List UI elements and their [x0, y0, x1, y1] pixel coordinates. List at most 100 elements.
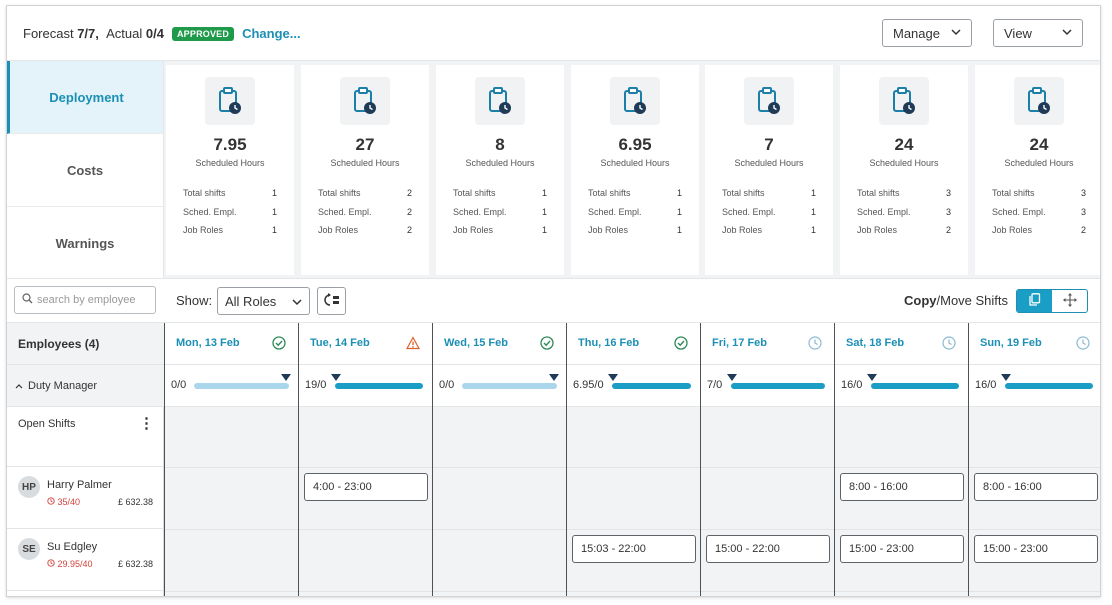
target-marker-icon: [331, 374, 341, 381]
daily-summary-cards: 7.95 Scheduled Hours Total shifts 1 Sched. E…: [164, 61, 1100, 278]
row-divider: [701, 529, 834, 530]
shift-block[interactable]: 8:00 - 16:00: [840, 473, 964, 501]
shift-block[interactable]: 8:00 - 16:00: [974, 473, 1098, 501]
job-roles-row: Job Roles 1: [588, 225, 682, 235]
schedule-clipboard-icon: [879, 77, 929, 125]
day-summary-card: 7.95 Scheduled Hours Total shifts 1 Sched. E…: [166, 65, 294, 275]
stat-label: Total shifts: [722, 188, 765, 198]
stat-value: 1: [810, 207, 816, 217]
copy-mode-button[interactable]: [1017, 290, 1052, 312]
total-shifts-row: Total shifts 1: [183, 188, 277, 198]
stat-value: 1: [676, 225, 682, 235]
manage-label: Manage: [893, 25, 940, 41]
scheduled-hours-label: Scheduled Hours: [465, 158, 535, 168]
coverage-bar: [462, 383, 557, 389]
day-label: Wed, 15 Feb: [444, 337, 508, 349]
row-divider: [567, 467, 700, 468]
day-header[interactable]: Wed, 15 Feb: [433, 323, 566, 365]
day-header[interactable]: Mon, 13 Feb: [165, 323, 298, 365]
stat-value: 2: [406, 188, 412, 198]
more-options-icon[interactable]: ⋮: [139, 416, 154, 431]
stat-value: 2: [406, 225, 412, 235]
manage-dropdown[interactable]: Manage: [882, 19, 972, 47]
role-coverage-cell: 19/0: [299, 365, 432, 407]
role-coverage-cell: 7/0: [701, 365, 834, 407]
schedule-grid: Employees (4) Duty Manager Open Shifts ⋮…: [7, 323, 1100, 596]
employee-row[interactable]: SE Su Edgley 29.95/40 £ 632.38: [7, 529, 164, 591]
row-divider: [165, 467, 298, 468]
tab-warnings[interactable]: Warnings: [7, 207, 163, 280]
row-divider: [299, 591, 432, 592]
role-group-header[interactable]: Duty Manager: [7, 365, 164, 407]
scheduled-hours-value: 8: [495, 135, 505, 154]
stat-label: Job Roles: [857, 225, 898, 235]
shift-block[interactable]: 15:00 - 23:00: [840, 535, 964, 563]
day-column: Fri, 17 Feb 7/0 15:00 - 22:00: [700, 323, 834, 596]
shift-block[interactable]: 15:00 - 22:00: [706, 535, 830, 563]
stat-label: Sched. Empl.: [857, 207, 911, 217]
roles-select[interactable]: All Roles: [217, 287, 310, 315]
day-label: Mon, 13 Feb: [176, 337, 240, 349]
row-divider: [969, 529, 1100, 530]
row-divider: [835, 591, 968, 592]
search-box[interactable]: [14, 286, 156, 314]
day-header[interactable]: Thu, 16 Feb: [567, 323, 700, 365]
open-shifts-row: Open Shifts ⋮: [7, 407, 164, 467]
status-badge: APPROVED: [171, 26, 235, 41]
copy-move-toggle: [1016, 289, 1088, 313]
employee-column: Employees (4) Duty Manager Open Shifts ⋮…: [7, 323, 164, 596]
clock-icon: [47, 559, 55, 569]
day-header[interactable]: Sun, 19 Feb: [969, 323, 1100, 365]
shift-block[interactable]: 15:00 - 23:00: [974, 535, 1098, 563]
check-circle-icon: [540, 336, 554, 350]
schedule-clipboard-icon: [610, 77, 660, 125]
actual-label: Actual: [106, 26, 143, 41]
stat-value: 1: [810, 188, 816, 198]
shift-block[interactable]: 4:00 - 23:00: [304, 473, 428, 501]
stat-label: Total shifts: [318, 188, 361, 198]
grid-toolbar: Show: All Roles Copy/Move Shifts: [7, 278, 1100, 323]
tab-deployment[interactable]: Deployment: [7, 61, 163, 134]
sched-empl-row: Sched. Empl. 1: [722, 207, 816, 217]
row-divider: [165, 591, 298, 592]
target-marker-icon: [549, 374, 559, 381]
coverage-bar: [871, 383, 959, 389]
stat-value: 1: [541, 188, 547, 198]
coverage-value: 0/0: [171, 379, 187, 391]
refresh-view-button[interactable]: [317, 287, 346, 315]
row-divider: [835, 467, 968, 468]
job-roles-row: Job Roles 2: [992, 225, 1086, 235]
forecast-summary: Forecast 7/7, Actual 0/4 APPROVED Change…: [23, 26, 301, 41]
change-link[interactable]: Change...: [242, 26, 301, 41]
header-bar: Forecast 7/7, Actual 0/4 APPROVED Change…: [7, 6, 1100, 61]
search-input[interactable]: [37, 294, 152, 306]
rota-window: Forecast 7/7, Actual 0/4 APPROVED Change…: [6, 5, 1101, 597]
stat-label: Total shifts: [183, 188, 226, 198]
day-header[interactable]: Sat, 18 Feb: [835, 323, 968, 365]
stat-label: Job Roles: [453, 225, 494, 235]
role-coverage-cell: 6.95/0: [567, 365, 700, 407]
tab-costs[interactable]: Costs: [7, 134, 163, 207]
target-marker-icon: [608, 374, 618, 381]
stat-label: Sched. Empl.: [453, 207, 507, 217]
coverage-bar: [612, 383, 691, 389]
schedule-clipboard-icon: [475, 77, 525, 125]
day-summary-card: 7 Scheduled Hours Total shifts 1 Sched. Empl…: [705, 65, 833, 275]
show-label: Show:: [176, 293, 213, 308]
role-name: Duty Manager: [28, 380, 98, 392]
tab-label: Deployment: [49, 89, 124, 105]
shift-block[interactable]: 15:03 - 22:00: [572, 535, 696, 563]
stat-value: 3: [945, 207, 951, 217]
day-header[interactable]: Tue, 14 Feb: [299, 323, 432, 365]
stat-value: 2: [1080, 225, 1086, 235]
view-label: View: [1004, 25, 1032, 41]
coverage-value: 16/0: [975, 379, 997, 391]
move-mode-button[interactable]: [1052, 290, 1087, 312]
stat-value: 2: [945, 225, 951, 235]
view-dropdown[interactable]: View: [993, 19, 1083, 47]
day-header[interactable]: Fri, 17 Feb: [701, 323, 834, 365]
stat-value: 1: [541, 225, 547, 235]
clock-icon: [47, 497, 55, 507]
employee-name: Harry Palmer: [47, 479, 112, 491]
employee-row[interactable]: HP Harry Palmer 35/40 £ 632.38: [7, 467, 164, 529]
